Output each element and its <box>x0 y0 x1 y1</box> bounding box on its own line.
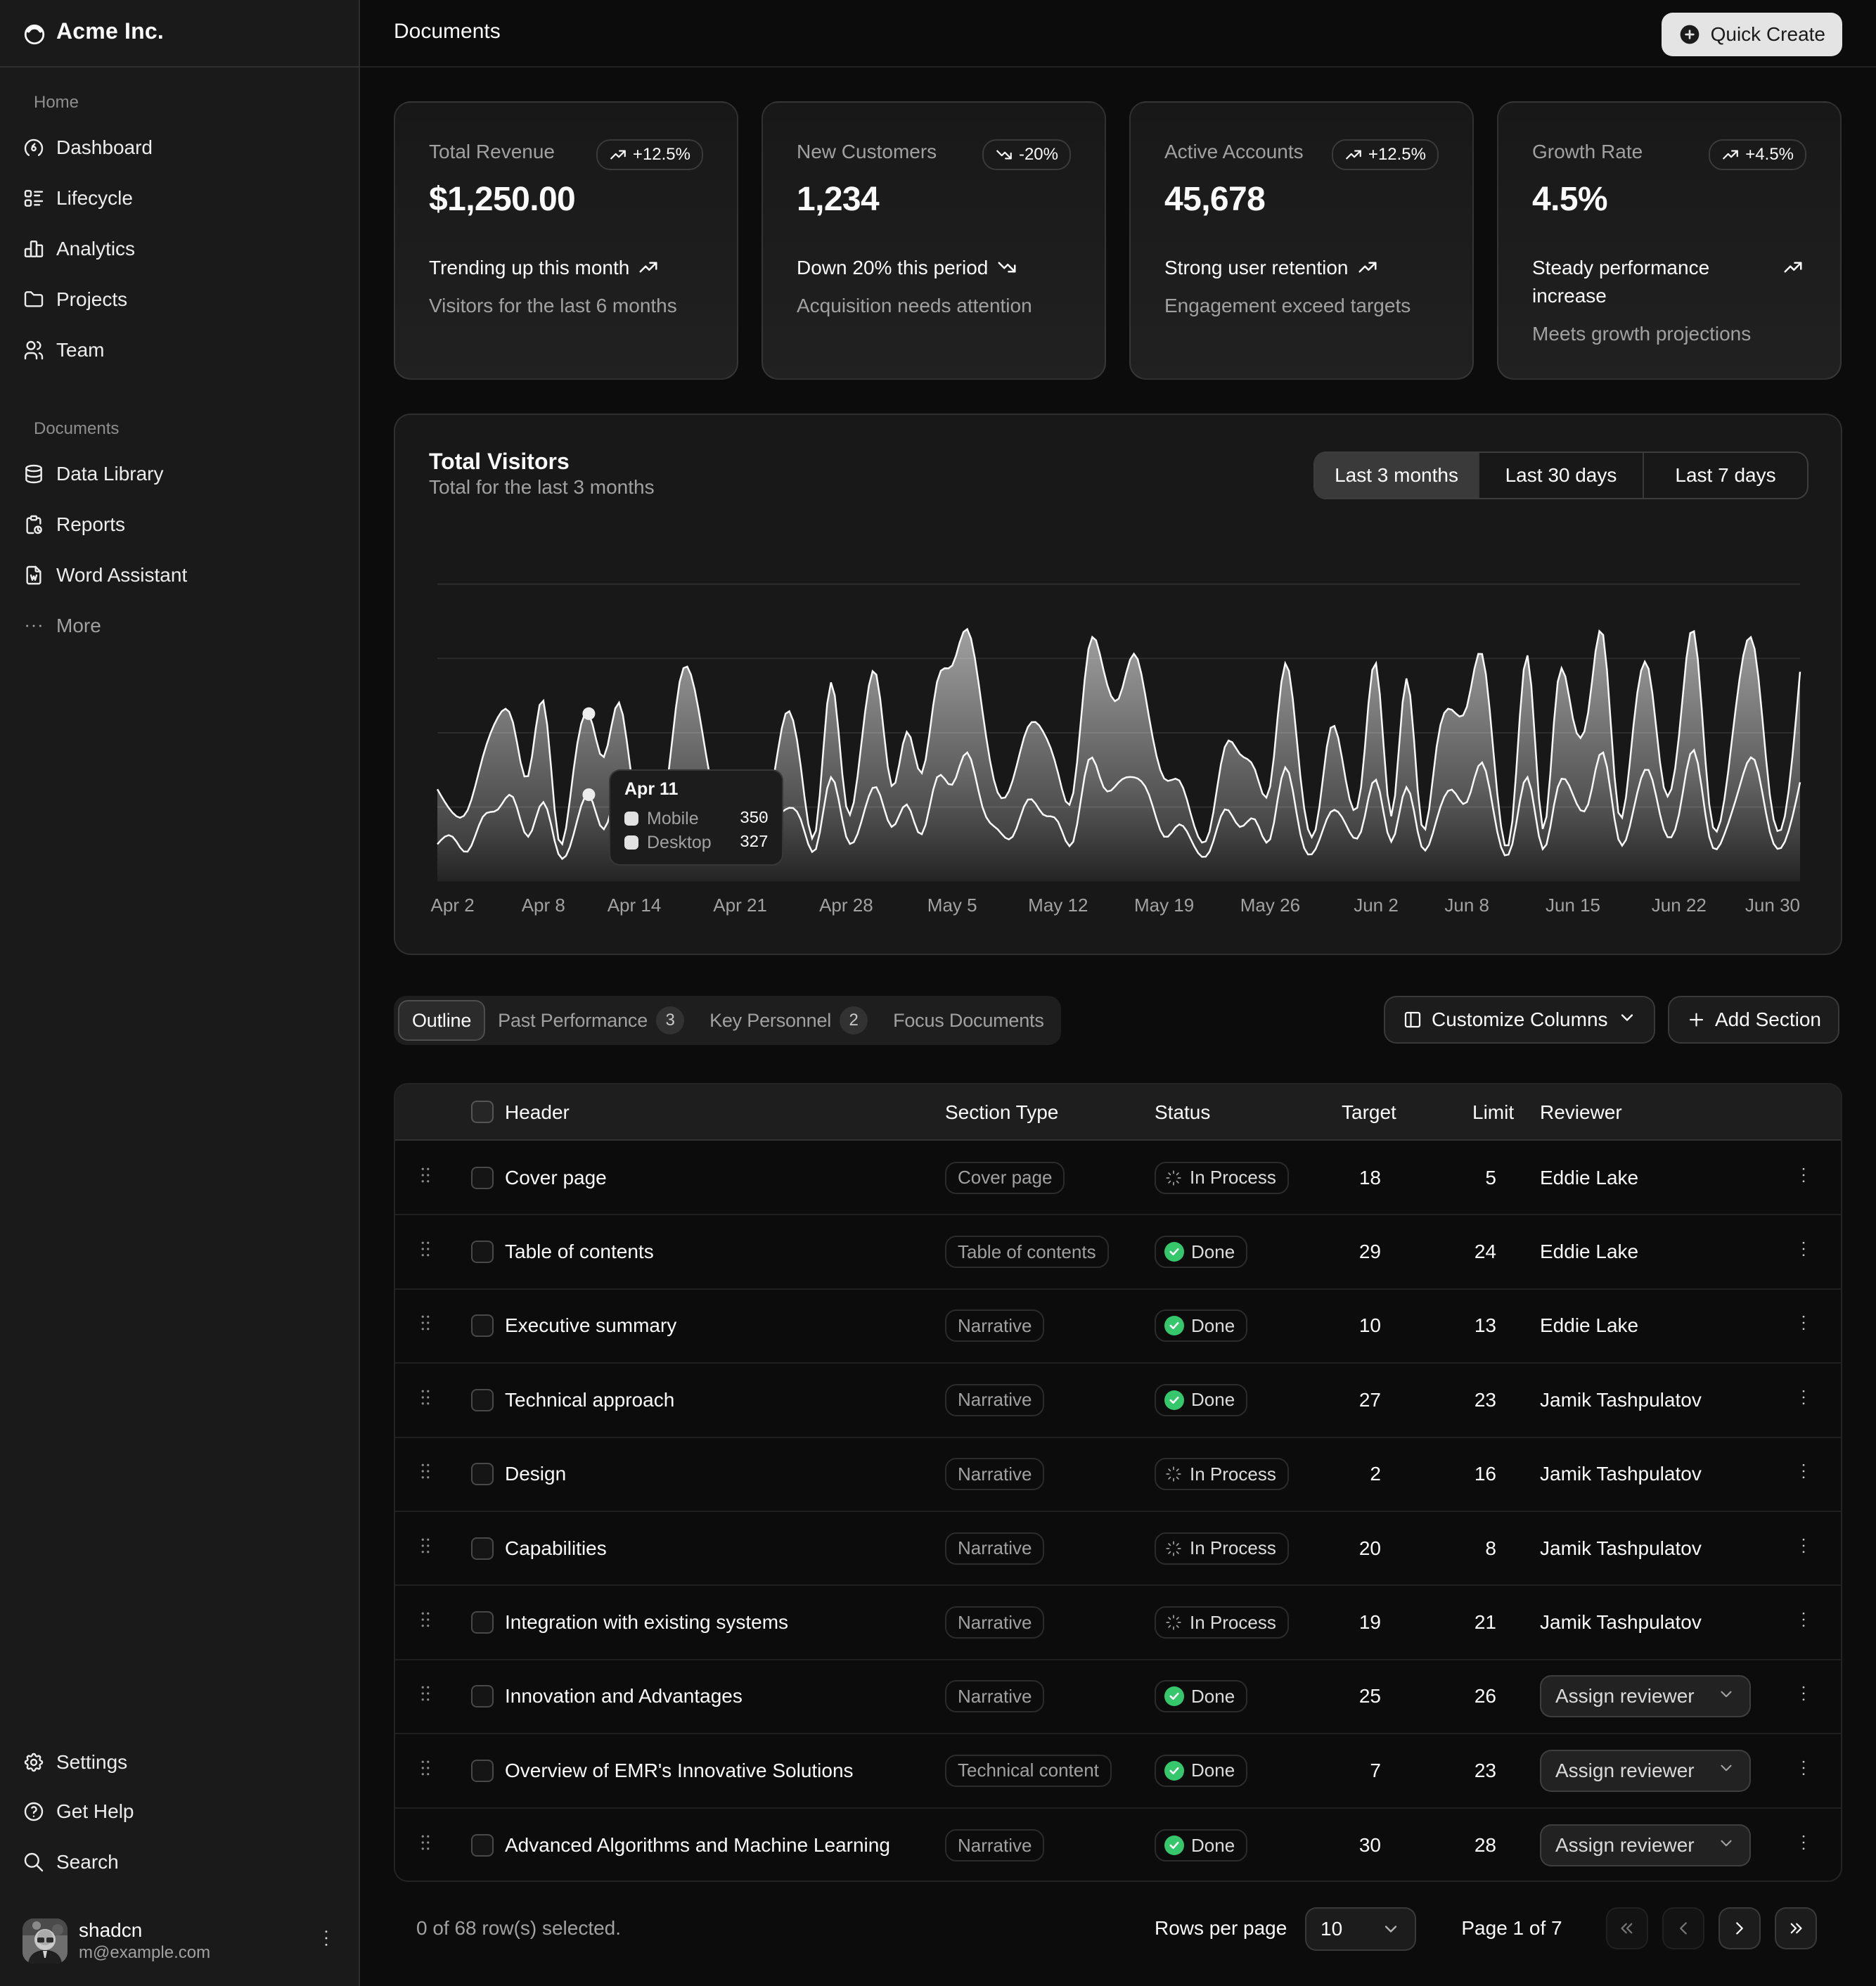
svg-text:May 5: May 5 <box>927 895 977 916</box>
svg-text:Apr 21: Apr 21 <box>713 895 767 916</box>
svg-text:Apr 8: Apr 8 <box>522 895 565 916</box>
svg-text:Apr 28: Apr 28 <box>819 895 873 916</box>
svg-text:Jun 30: Jun 30 <box>1745 895 1800 916</box>
svg-text:May 19: May 19 <box>1134 895 1194 916</box>
svg-text:Jun 2: Jun 2 <box>1354 895 1399 916</box>
svg-text:Apr 2: Apr 2 <box>431 895 475 916</box>
svg-text:May 26: May 26 <box>1240 895 1300 916</box>
svg-text:Jun 22: Jun 22 <box>1652 895 1707 916</box>
svg-text:May 12: May 12 <box>1028 895 1088 916</box>
svg-text:Jun 8: Jun 8 <box>1444 895 1489 916</box>
svg-text:Apr 14: Apr 14 <box>608 895 662 916</box>
svg-text:Jun 15: Jun 15 <box>1546 895 1600 916</box>
